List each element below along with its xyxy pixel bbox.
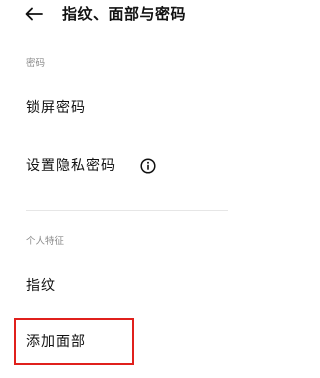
privacy-passcode-label: 设置隐私密码 (26, 158, 116, 174)
section-label-biometric: 个人特征 (26, 236, 65, 247)
arrow-left-icon (25, 7, 43, 21)
fingerprint-item[interactable]: 指纹 (0, 272, 228, 300)
lock-screen-passcode-label: 锁屏密码 (26, 100, 86, 116)
page-title: 指纹、面部与密码 (62, 5, 187, 23)
fingerprint-label: 指纹 (26, 278, 56, 294)
lock-screen-passcode-item[interactable]: 锁屏密码 (0, 94, 228, 122)
section-label-passcode: 密码 (26, 58, 46, 69)
add-face-item[interactable]: 添加面部 (0, 328, 228, 356)
add-face-label: 添加面部 (26, 334, 86, 350)
privacy-passcode-item[interactable]: 设置隐私密码 (0, 152, 228, 180)
header-bar: 指纹、面部与密码 (0, 0, 228, 30)
info-icon[interactable] (140, 158, 156, 174)
back-button[interactable] (22, 3, 46, 25)
section-divider (26, 210, 228, 211)
